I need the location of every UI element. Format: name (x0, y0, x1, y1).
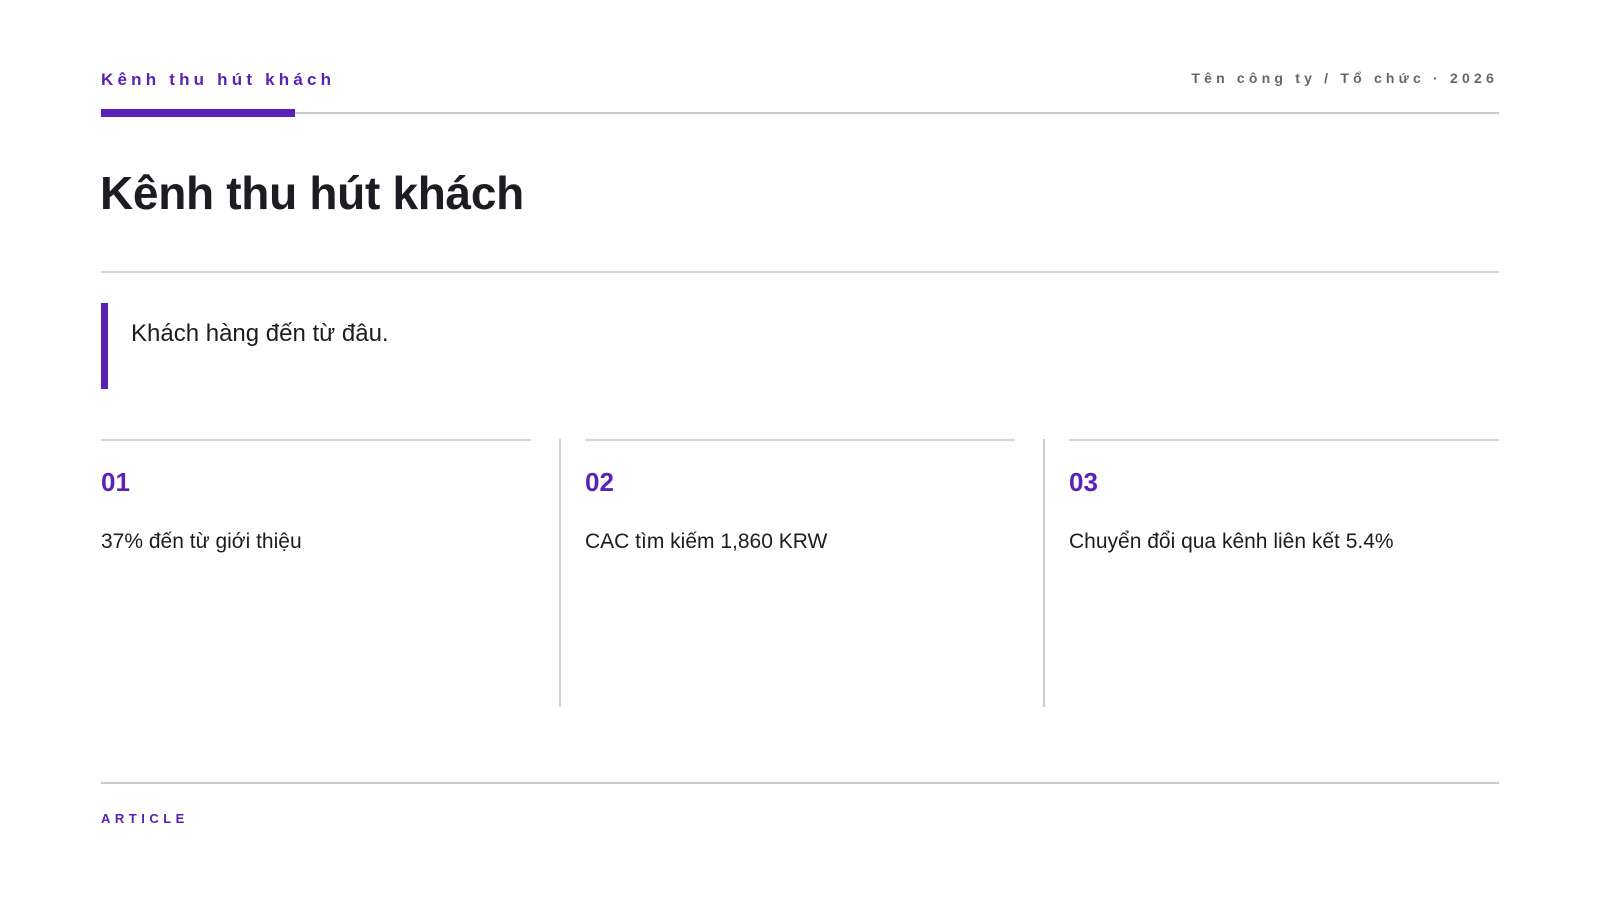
column-divider (1043, 439, 1045, 707)
slide: Kênh thu hút khách Tên công ty / Tổ chức… (0, 0, 1598, 900)
header-divider (101, 112, 1499, 114)
title-divider (101, 271, 1499, 273)
column-divider (559, 439, 561, 707)
card-text: 37% đến từ giới thiệu (101, 530, 302, 553)
footer-label: ARTICLE (101, 811, 189, 826)
section-kicker: Kênh thu hút khách (101, 70, 336, 89)
page-title: Kênh thu hút khách (100, 167, 524, 219)
card-text: CAC tìm kiếm 1,860 KRW (585, 530, 828, 553)
card-divider (585, 439, 1015, 441)
organization-meta: Tên công ty / Tổ chức · 2026 (1191, 70, 1498, 86)
card-number: 02 (585, 467, 614, 497)
card-number: 03 (1069, 467, 1098, 497)
card-text: Chuyển đổi qua kênh liên kết 5.4% (1069, 530, 1394, 553)
footer-divider (101, 782, 1499, 784)
card-divider (1069, 439, 1499, 441)
lead-quote-text: Khách hàng đến từ đâu. (131, 320, 389, 347)
card-divider (101, 439, 531, 441)
header-accent-bar (101, 109, 295, 117)
lead-quote: Khách hàng đến từ đâu. (101, 303, 389, 389)
card-number: 01 (101, 467, 130, 497)
